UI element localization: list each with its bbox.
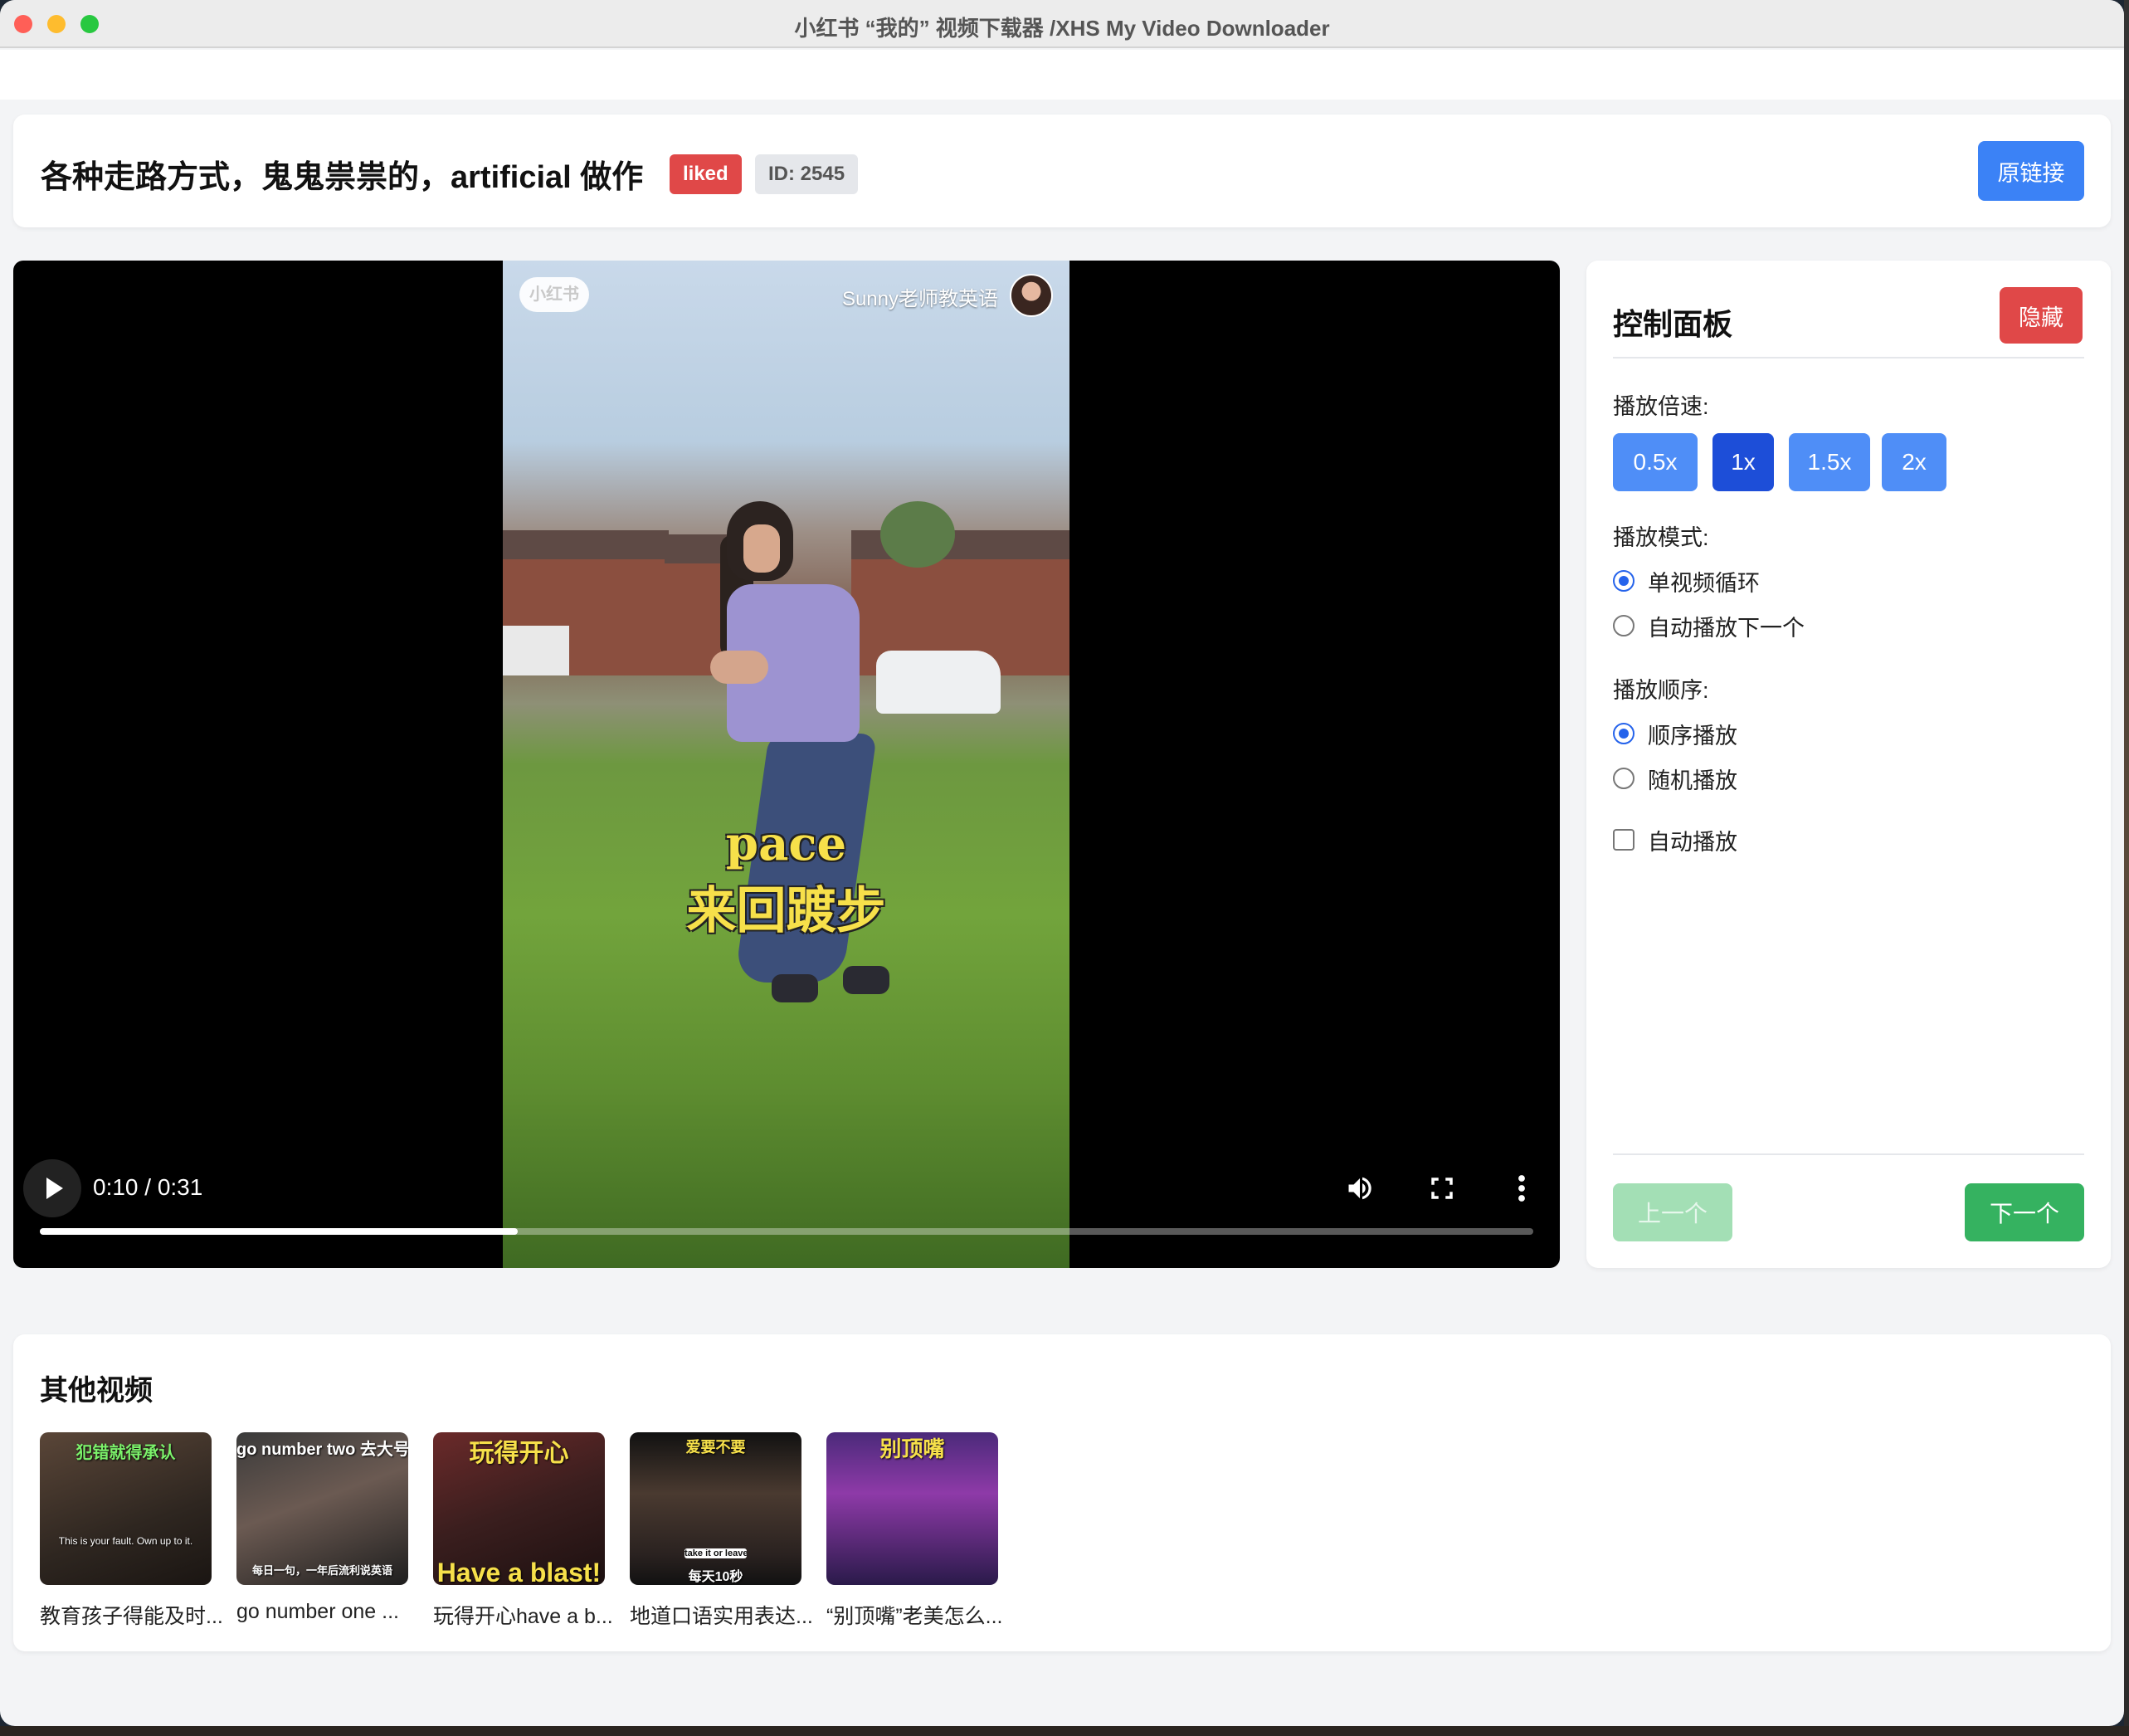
thumbnail-text: Have a blast! bbox=[436, 1558, 602, 1585]
id-badge: ID: 2545 bbox=[755, 154, 859, 194]
play-button[interactable] bbox=[23, 1159, 81, 1217]
next-button[interactable]: 下一个 bbox=[1965, 1183, 2084, 1241]
garage-door bbox=[503, 626, 569, 675]
other-videos-section: 其他视频 犯错就得承认 This is your fault. Own up t… bbox=[13, 1334, 2111, 1651]
video-caption[interactable]: 玩得开心have a b... bbox=[433, 1600, 616, 1630]
thumbnail-text: go number two 去大号 bbox=[236, 1441, 408, 1459]
video-header: 各种走路方式，鬼鬼祟祟的，artificial 做作 liked ID: 254… bbox=[13, 115, 2111, 227]
top-spacer bbox=[0, 50, 2124, 100]
window-title: 小红书 “我的” 视频下载器 /XHS My Video Downloader bbox=[794, 16, 1330, 41]
mode-loop-label: 单视频循环 bbox=[1648, 570, 1760, 596]
mode-autonext-option[interactable]: 自动播放下一个 bbox=[1613, 611, 1805, 641]
thumbnail-text: This is your fault. Own up to it. bbox=[58, 1535, 193, 1547]
video-caption[interactable]: 地道口语实用表达... bbox=[630, 1600, 812, 1630]
person-arm bbox=[710, 651, 768, 684]
radio-selected[interactable] bbox=[1613, 723, 1635, 744]
divider bbox=[1613, 357, 2084, 358]
order-sequential-label: 顺序播放 bbox=[1648, 723, 1737, 749]
video-caption[interactable]: go number one ... bbox=[236, 1600, 419, 1624]
desktop-background bbox=[0, 1726, 2129, 1736]
thumbnail-text: 别顶嘴 bbox=[879, 1436, 945, 1461]
fullscreen-icon[interactable] bbox=[1428, 1174, 1456, 1202]
control-panel: 控制面板 隐藏 播放倍速: 0.5x 1x 1.5x 2x 播放模式: 单视频循… bbox=[1586, 261, 2111, 1268]
order-random-option[interactable]: 随机播放 bbox=[1613, 763, 1737, 793]
other-videos-title: 其他视频 bbox=[40, 1375, 153, 1407]
mode-label: 播放模式: bbox=[1613, 525, 1709, 550]
order-label: 播放顺序: bbox=[1613, 678, 1709, 703]
liked-badge: liked bbox=[670, 154, 742, 194]
mode-autonext-label: 自动播放下一个 bbox=[1648, 615, 1805, 641]
thumbnail-text: 每天10秒 bbox=[688, 1570, 743, 1584]
video-player[interactable]: 小红书 Sunny老师教英语 pace 来回踱步 0:10 / 0:31 bbox=[13, 261, 1560, 1268]
order-sequential-option[interactable]: 顺序播放 bbox=[1613, 719, 1737, 749]
origin-link-button[interactable]: 原链接 bbox=[1978, 141, 2084, 201]
thumbnail-text: 每日一句，一年后流利说英语 bbox=[251, 1564, 392, 1577]
time-display: 0:10 / 0:31 bbox=[93, 1174, 203, 1200]
radio-unselected[interactable] bbox=[1613, 768, 1635, 789]
autoplay-option[interactable]: 自动播放 bbox=[1613, 825, 1737, 855]
autoplay-label: 自动播放 bbox=[1648, 829, 1737, 855]
previous-button[interactable]: 上一个 bbox=[1613, 1183, 1732, 1241]
speed-1x-button[interactable]: 1x bbox=[1712, 433, 1774, 491]
person-shoe bbox=[772, 974, 818, 1002]
person-face bbox=[743, 524, 780, 573]
house-roof bbox=[503, 530, 669, 563]
video-caption[interactable]: 教育孩子得能及时... bbox=[40, 1600, 222, 1630]
speed-label: 播放倍速: bbox=[1613, 394, 1709, 419]
xiaohongshu-watermark: 小红书 bbox=[519, 277, 589, 312]
thumbnail-text: 犯错就得承认 bbox=[76, 1444, 176, 1462]
video-frame[interactable]: 小红书 Sunny老师教英语 pace 来回踱步 bbox=[503, 261, 1069, 1268]
video-thumbnail[interactable]: 爱要不要 take it or leave 每天10秒 bbox=[630, 1432, 801, 1585]
subtitle-chinese: 来回踱步 bbox=[686, 882, 886, 940]
panel-title: 控制面板 bbox=[1613, 307, 1733, 341]
thumbnail-text: 爱要不要 bbox=[685, 1439, 746, 1456]
hide-panel-button[interactable]: 隐藏 bbox=[2000, 287, 2083, 344]
video-title: 各种走路方式，鬼鬼祟祟的，artificial 做作 bbox=[41, 160, 644, 195]
video-thumbnail[interactable]: 犯错就得承认 This is your fault. Own up to it. bbox=[40, 1432, 212, 1585]
tree bbox=[880, 501, 955, 568]
video-caption[interactable]: “别顶嘴”老美怎么... bbox=[826, 1600, 1009, 1630]
desktop-background bbox=[2124, 0, 2129, 1736]
video-thumbnail[interactable]: go number two 去大号 每日一句，一年后流利说英语 bbox=[236, 1432, 408, 1585]
thumbnail-text: take it or leave bbox=[684, 1548, 747, 1558]
thumbnail-text: 玩得开心 bbox=[469, 1440, 569, 1467]
video-thumbnail[interactable]: 玩得开心 Have a blast! bbox=[433, 1432, 605, 1585]
white-van bbox=[876, 651, 1001, 714]
speed-2x-button[interactable]: 2x bbox=[1882, 433, 1946, 491]
video-author: Sunny老师教英语 bbox=[841, 288, 998, 310]
app-window: 小红书 “我的” 视频下载器 /XHS My Video Downloader … bbox=[0, 0, 2124, 1726]
progress-bar[interactable] bbox=[40, 1228, 1533, 1235]
radio-selected[interactable] bbox=[1613, 570, 1635, 592]
autoplay-checkbox[interactable] bbox=[1613, 829, 1635, 851]
radio-unselected[interactable] bbox=[1613, 615, 1635, 636]
author-avatar bbox=[1010, 274, 1053, 317]
speed-0.5x-button[interactable]: 0.5x bbox=[1613, 433, 1698, 491]
video-thumbnail[interactable]: 别顶嘴 bbox=[826, 1432, 998, 1585]
person-shoe bbox=[843, 966, 889, 994]
title-bar: 小红书 “我的” 视频下载器 /XHS My Video Downloader bbox=[0, 0, 2124, 48]
order-random-label: 随机播放 bbox=[1648, 768, 1737, 793]
progress-fill bbox=[40, 1228, 518, 1235]
mode-loop-option[interactable]: 单视频循环 bbox=[1613, 566, 1760, 596]
subtitle-english: pace bbox=[725, 817, 847, 871]
volume-icon[interactable] bbox=[1345, 1173, 1375, 1203]
speed-1.5x-button[interactable]: 1.5x bbox=[1789, 433, 1870, 491]
divider bbox=[1613, 1153, 2084, 1155]
more-options-icon[interactable] bbox=[1515, 1173, 1528, 1203]
